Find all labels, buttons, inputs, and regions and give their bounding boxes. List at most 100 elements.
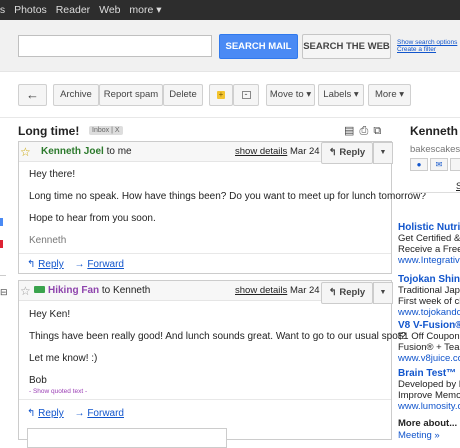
unimportant-icon: - [241,90,251,99]
sender-name: Kenneth Joel [41,146,104,157]
search-mail-button[interactable]: SEARCH MAIL [219,34,298,59]
search-input[interactable] [18,35,212,57]
sender-name: Hiking Fan [48,285,100,296]
message-toolbar: ← Archive Report spam Delete + - Move to… [0,72,460,117]
report-spam-button[interactable]: Report spam [99,84,163,106]
contact-more-icon[interactable] [450,158,460,171]
star-icon[interactable]: ☆ [20,284,31,298]
ad-url[interactable]: www.tojokandoj [398,307,460,318]
sponsored-ad[interactable]: Brain Test™ Developed by N Improve Memor… [398,368,460,412]
contact-name: Kenneth Jo [410,124,460,138]
top-nav-item[interactable]: ts [0,4,5,16]
contact-email: bakescakes@ [410,144,460,155]
ad-url[interactable]: www.v8juice.co [398,353,460,364]
ad-title[interactable]: Tojokan Shin [398,274,460,285]
ad-url[interactable]: www.lumosity.c [398,401,460,412]
chat-icon[interactable]: ● [410,158,428,171]
top-nav-photos[interactable]: Photos [14,4,47,16]
message-divider [19,399,391,400]
sender-line: Hiking Fan to Kenneth [48,285,150,296]
ad-title[interactable]: Holistic Nutrit [398,222,460,233]
collapse-icon[interactable]: ⊟ [0,287,8,298]
message-line: Hope to hear from you soon. [29,213,156,224]
ad-text: First week of cla [398,296,460,307]
reply-link[interactable]: Reply [38,408,64,419]
archive-button[interactable]: Archive [53,84,99,106]
inbox-label-badge[interactable]: Inbox | X [89,126,123,135]
search-web-button[interactable]: SEARCH THE WEB [302,34,391,59]
ad-text: Receive a Free [398,244,460,255]
move-to-button[interactable]: Move to ▾ [266,84,315,106]
reply-link[interactable]: Reply [38,259,64,270]
message-card: ☆ Kenneth Joel to me show details Mar 24… [18,141,426,274]
ad-text: Developed by N [398,379,460,390]
ad-title[interactable]: Brain Test™ [398,368,460,379]
reply-button[interactable]: ↰ Reply [321,282,373,304]
contact-divider [410,192,460,193]
sender-line: Kenneth Joel to me [41,146,132,157]
back-button[interactable]: ← [18,84,47,106]
top-nav-bar: ts Photos Reader Web more ▾ [0,0,460,20]
mark-unimportant-button[interactable]: - [233,84,259,106]
important-icon: + [217,90,225,99]
sponsored-ad[interactable]: V8 V-Fusion® $1 Off Coupon t Fusion® + T… [398,320,460,364]
forward-link[interactable]: Forward [87,259,124,270]
forward-arrow-icon: → [74,259,85,270]
message-line: Hey there! [29,169,76,180]
show-quoted-text-link[interactable]: - Show quoted text - [29,388,87,395]
email-icon[interactable]: ✉ [430,158,448,171]
more-about-heading: More about... [398,418,458,429]
message-line: Long time no speak. How have things been… [29,191,426,202]
search-options-link[interactable]: Show search options [397,39,457,46]
expand-all-icon[interactable]: ⧉ [373,125,382,137]
reply-links: ↰ Reply → Forward [27,408,132,419]
recipient-text: to Kenneth [101,285,151,296]
labels-button[interactable]: Labels ▾ [318,84,364,106]
contact-actions: ● ✉ [410,158,460,171]
star-icon[interactable]: ☆ [20,145,31,159]
quick-reply-box[interactable] [27,428,227,448]
ad-text: Improve Memor [398,390,460,401]
contact-more-link[interactable]: S [456,181,460,191]
top-nav-web[interactable]: Web [99,4,120,16]
left-label-marker[interactable] [0,240,3,248]
ad-text: Traditional Japa [398,285,460,296]
search-area: SEARCH MAIL SEARCH THE WEB Show search o… [0,20,460,72]
message-line: Hey Ken! [29,309,71,320]
sponsored-ad[interactable]: Tojokan Shin Traditional Japa First week… [398,274,460,318]
message-date: Mar 24 [290,146,320,157]
message-line: Things have been really good! And lunch … [29,331,407,342]
show-details-link[interactable]: show details [235,146,287,157]
reply-arrow-icon: ↰ [27,408,36,419]
sponsored-ad[interactable]: Holistic Nutrit Get Certified & Receive … [398,222,460,266]
ad-text: Fusion® + Tea, [398,342,460,353]
top-nav-reader[interactable]: Reader [56,4,90,16]
message-line: Let me know! :) [29,353,98,364]
toolbar-divider [0,117,460,118]
new-window-icon[interactable]: ▤ [344,125,355,137]
reply-dropdown-button[interactable]: ▼ [373,282,393,304]
meeting-link[interactable]: Meeting » [398,430,440,440]
ad-text: $1 Off Coupon t [398,331,460,342]
mark-important-button[interactable]: + [209,84,233,106]
print-icon[interactable]: ⎙ [359,125,369,137]
ad-title[interactable]: V8 V-Fusion® [398,320,460,331]
forward-arrow-icon: → [74,408,85,419]
top-nav-more[interactable]: more ▾ [129,4,161,16]
message-card: ☆ Hiking Fan to Kenneth show details Mar… [18,280,406,448]
ad-url[interactable]: www.Integrative [398,255,460,266]
reply-arrow-icon: ↰ [27,259,36,270]
message-date: Mar 24 [290,285,320,296]
more-actions-button[interactable]: More ▾ [368,84,411,106]
left-label-marker[interactable] [0,218,3,226]
thread-action-icons[interactable]: ▤ ⎙ ⧉ [344,124,382,138]
reply-dropdown-button[interactable]: ▼ [373,142,393,164]
reply-links: ↰ Reply → Forward [27,259,132,270]
right-sidebar: Kenneth Jo bakescakes@ ● ✉ S Holistic Nu… [398,118,460,440]
create-filter-link[interactable]: Create a filter [397,46,457,53]
forward-link[interactable]: Forward [87,408,124,419]
delete-button[interactable]: Delete [163,84,203,106]
video-chat-icon[interactable] [34,286,45,293]
reply-button[interactable]: ↰ Reply [321,142,373,164]
show-details-link[interactable]: show details [235,285,287,296]
